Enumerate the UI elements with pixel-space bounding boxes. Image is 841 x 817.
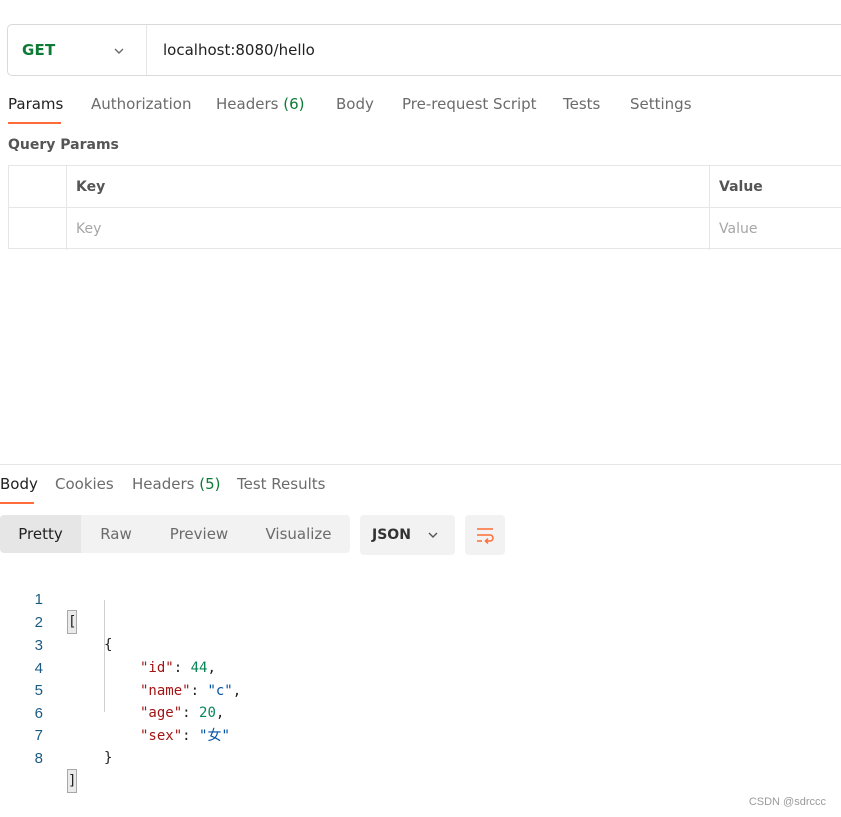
param-value-input[interactable]: Value xyxy=(710,208,841,250)
table-header-row: Key Value xyxy=(9,166,841,208)
code-line: 2 { xyxy=(0,590,841,653)
close-object-brace: } xyxy=(104,750,113,766)
wrap-lines-button[interactable] xyxy=(465,515,505,555)
tab-response-body[interactable]: Body xyxy=(0,475,38,493)
format-toggle-group: Pretty Raw Preview Visualize xyxy=(0,515,350,553)
tab-response-headers-label: Headers xyxy=(132,475,195,493)
tab-headers[interactable]: Headers (6) xyxy=(216,95,304,113)
code-line: 5 "age": 20, xyxy=(0,658,841,721)
tab-headers-label: Headers xyxy=(216,95,279,113)
active-tab-indicator xyxy=(8,122,61,124)
method-label: GET xyxy=(22,41,56,59)
code-line: 7 } xyxy=(0,703,841,766)
line-number: 8 xyxy=(34,750,43,767)
active-response-tab-indicator xyxy=(0,502,34,504)
response-divider xyxy=(0,464,841,465)
code-line: 3 "id": 44, xyxy=(0,613,841,676)
tab-pre-request-script[interactable]: Pre-request Script xyxy=(402,95,537,113)
wrap-lines-icon xyxy=(477,528,494,545)
close-array-bracket: ] xyxy=(66,769,78,793)
tab-params[interactable]: Params xyxy=(8,95,63,113)
tab-tests[interactable]: Tests xyxy=(563,95,600,113)
tab-authorization[interactable]: Authorization xyxy=(91,95,191,113)
code-line: 4 "name": "c", xyxy=(0,636,841,699)
query-params-table: Key Value Key Value xyxy=(8,165,841,250)
raw-button[interactable]: Raw xyxy=(81,515,151,553)
tab-headers-count: (6) xyxy=(283,95,305,113)
chevron-down-icon xyxy=(114,48,124,54)
tab-response-headers[interactable]: Headers (5) xyxy=(132,475,220,493)
column-header-key: Key xyxy=(76,178,106,195)
param-key-input[interactable]: Key xyxy=(67,208,709,250)
code-line: 8 ] xyxy=(0,726,841,793)
url-bar: GET localhost:8080/hello xyxy=(7,24,841,76)
tab-settings[interactable]: Settings xyxy=(630,95,692,113)
url-input[interactable]: localhost:8080/hello xyxy=(147,41,315,59)
tab-test-results[interactable]: Test Results xyxy=(237,475,325,493)
method-select[interactable]: GET xyxy=(8,25,147,75)
visualize-button[interactable]: Visualize xyxy=(247,515,350,553)
chevron-down-icon xyxy=(428,532,438,538)
query-params-title: Query Params xyxy=(8,137,119,153)
language-select[interactable]: JSON xyxy=(360,515,455,555)
tab-cookies[interactable]: Cookies xyxy=(55,475,114,493)
request-tabs: Params Authorization Headers (6) Body Pr… xyxy=(0,90,841,126)
preview-button[interactable]: Preview xyxy=(151,515,247,553)
tab-body[interactable]: Body xyxy=(336,95,374,113)
column-header-value: Value xyxy=(719,178,763,195)
code-line: 1 [ xyxy=(0,567,841,634)
watermark: CSDN @sdrccc xyxy=(748,796,826,808)
tab-response-headers-count: (5) xyxy=(199,475,221,493)
response-tabs: Body Cookies Headers (5) Test Results xyxy=(0,470,841,506)
pretty-button[interactable]: Pretty xyxy=(0,515,81,553)
language-select-label: JSON xyxy=(372,527,411,543)
code-line: 6 "sex": "女" xyxy=(0,681,841,744)
table-row: Key Value xyxy=(9,208,841,250)
